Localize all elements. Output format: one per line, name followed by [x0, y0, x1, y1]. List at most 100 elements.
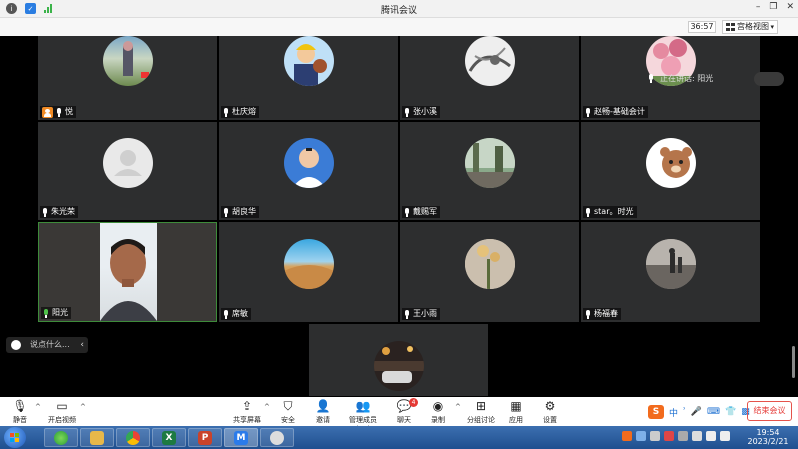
apps-button[interactable]: ▦ 应用 [504, 399, 528, 425]
sogou-icon[interactable]: S [648, 405, 664, 419]
participant-tile[interactable]: 张小溪 [400, 36, 579, 120]
ime-language[interactable]: 中 [669, 406, 678, 419]
participant-tile[interactable]: 杜庆熔 [219, 36, 398, 120]
participant-tile[interactable]: 朱光荣 [38, 122, 217, 220]
participant-nameplate: 悦 [40, 106, 76, 118]
avatar [465, 36, 515, 86]
participant-nameplate: 王小雨 [402, 308, 440, 320]
chevron-up-icon[interactable]: ^ [80, 403, 86, 411]
minimize-icon[interactable]: – [756, 2, 761, 12]
chat-button[interactable]: 💬 4 聊天 [392, 398, 418, 425]
add-user-icon: 👤 [315, 399, 331, 413]
security-button[interactable]: ⛉ 安全 [276, 399, 300, 425]
windows-taskbar: X P M 19:54 2023/2/21 [0, 426, 798, 449]
participant-nameplate: 杨福春 [583, 308, 621, 320]
avatar [646, 239, 696, 289]
microphone-active-icon [43, 308, 49, 318]
participant-video [100, 223, 157, 321]
browser-360-icon [54, 430, 68, 445]
sogou-tray-icon[interactable] [622, 431, 632, 441]
monitor-tray-icon[interactable] [692, 431, 702, 441]
participant-tile-active-speaker[interactable]: 阳光 [38, 222, 217, 322]
microphone-icon [404, 207, 410, 217]
participant-tile[interactable]: 悦 [38, 36, 217, 120]
chat-quick-input[interactable]: 说点什么... ‹ [6, 337, 88, 353]
scrollbar[interactable] [792, 346, 795, 378]
restore-icon[interactable]: ❐ [769, 2, 777, 12]
record-button[interactable]: ◉ 录制 [426, 399, 450, 425]
participant-tile[interactable]: 杨福春 [581, 222, 760, 322]
taskbar-chrome[interactable] [116, 428, 150, 447]
apps-icon: ▦ [510, 399, 522, 413]
ime-toolbar[interactable]: S 中 ʾ 🎤 ⌨ 👕 ▩ [648, 405, 750, 419]
taskbar-excel[interactable]: X [152, 428, 186, 447]
participant-tile[interactable]: 胡良华 [219, 122, 398, 220]
chevron-up-icon[interactable]: ^ [264, 403, 270, 411]
view-switch-button[interactable]: 宫格视图 ▾ [722, 20, 778, 34]
participant-nameplate: 赵畅-基础会计 [583, 106, 648, 118]
participant-tile[interactable]: 王小雨 [400, 222, 579, 322]
volume-icon[interactable] [720, 431, 730, 441]
mute-button[interactable]: 🎙 静音 [6, 399, 34, 425]
ime-tray-icon[interactable] [636, 431, 646, 441]
tencent-meeting-icon: M [234, 430, 248, 445]
skin-icon[interactable]: 👕 [725, 407, 736, 417]
close-icon[interactable]: ✕ [786, 2, 794, 12]
participant-name: 张小溪 [413, 107, 437, 116]
chevron-up-icon[interactable]: ^ [35, 403, 41, 411]
chevron-left-icon[interactable]: ‹ [80, 337, 84, 353]
floating-panel-handle[interactable] [754, 72, 784, 86]
punctuation-icon[interactable]: ʾ [683, 407, 686, 417]
participant-nameplate: 胡良华 [221, 206, 259, 218]
participant-name: 阳光 [52, 308, 68, 317]
window-controls: – ❐ ✕ [756, 2, 794, 12]
breakout-button[interactable]: ⊞ 分组讨论 [465, 399, 497, 425]
participant-tile[interactable] [309, 324, 488, 396]
video-button[interactable]: ▭ 开启视频 [45, 399, 79, 425]
app-tray-icon[interactable] [650, 431, 660, 441]
network-tray-icon[interactable] [706, 431, 716, 441]
participant-tile[interactable]: 席敏 [219, 222, 398, 322]
view-label: 宫格视图 [737, 22, 769, 31]
settings-button[interactable]: ⚙ 设置 [538, 399, 562, 425]
avatar [465, 239, 515, 289]
start-button[interactable] [4, 427, 26, 448]
chevron-up-icon[interactable]: ^ [455, 403, 461, 411]
taskbar-browser-360[interactable] [44, 428, 78, 447]
powerpoint-icon: P [198, 430, 212, 445]
window-title: 腾讯会议 [380, 6, 417, 16]
flag-tray-icon[interactable] [678, 431, 688, 441]
microphone-icon [404, 107, 410, 117]
camera-off-icon: ▭ [56, 399, 68, 413]
participant-nameplate: star。时光 [583, 206, 637, 218]
participant-name: 赵畅-基础会计 [594, 107, 645, 116]
share-screen-button[interactable]: ⇪ 共享屏幕 [232, 399, 262, 425]
folder-icon [90, 430, 104, 445]
participant-name: 戴赐军 [413, 207, 437, 216]
record-icon: ◉ [432, 399, 444, 413]
taskbar-app[interactable] [260, 428, 294, 447]
taskbar-explorer[interactable] [80, 428, 114, 447]
chrome-icon [126, 430, 140, 445]
participant-name: 朱光荣 [51, 207, 75, 216]
breakout-icon: ⊞ [475, 399, 487, 413]
title-bar: i ✓ 腾讯会议 – ❐ ✕ [0, 0, 798, 18]
invite-button[interactable]: 👤 邀请 [310, 399, 336, 425]
voice-icon[interactable]: 🎤 [691, 407, 702, 417]
taskbar-clock[interactable]: 19:54 2023/2/21 [745, 428, 791, 446]
chat-icon: 💬 4 [392, 398, 418, 413]
participant-name: 席敏 [232, 309, 248, 318]
emoji-icon[interactable] [11, 340, 21, 350]
participant-tile[interactable]: star。时光 [581, 122, 760, 220]
meeting-timer: 36:57 [688, 21, 716, 33]
microphone-icon [404, 309, 410, 319]
end-meeting-button[interactable]: 结束会议 [747, 401, 792, 421]
chevron-down-icon: ▾ [770, 23, 774, 31]
taskbar-powerpoint[interactable]: P [188, 428, 222, 447]
microphone-icon [223, 309, 229, 319]
keyboard-icon[interactable]: ⌨ [707, 407, 720, 417]
participant-tile[interactable]: 戴赐军 [400, 122, 579, 220]
security-tray-icon[interactable] [664, 431, 674, 441]
participant-name: 悦 [65, 107, 73, 116]
taskbar-tencent-meeting[interactable]: M [224, 428, 258, 447]
